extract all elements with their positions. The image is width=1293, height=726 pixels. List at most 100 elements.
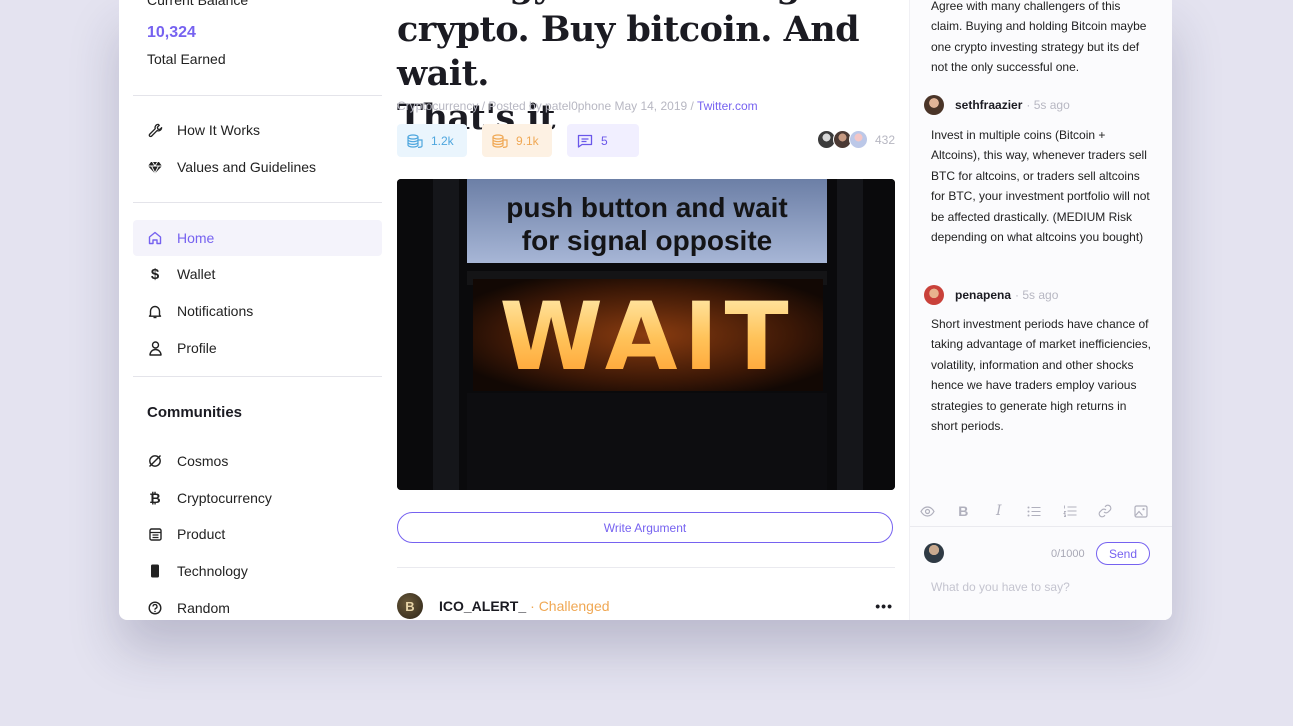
- argument-header: B ICO_ALERT_ · Challenged •••: [397, 593, 895, 619]
- bullet-list-icon[interactable]: [1017, 506, 1053, 517]
- sidebar-divider: [133, 202, 382, 203]
- post-meta-text: Cryptocurrency / Posted by patel0phone M…: [397, 99, 697, 113]
- sidebar-item-label: Cryptocurrency: [177, 490, 272, 506]
- avatar: [924, 285, 944, 305]
- argument-status: · Challenged: [530, 598, 610, 614]
- italic-icon[interactable]: I: [981, 503, 1017, 519]
- sidebar-item-label: Cosmos: [177, 453, 229, 469]
- participants: 432: [816, 130, 895, 149]
- comment-text: Invest in multiple coins (Bitcoin + Altc…: [931, 128, 1150, 245]
- comment-text: Agree with many challengers of this clai…: [931, 0, 1147, 75]
- balance-label: Current Balance: [147, 0, 249, 8]
- sign-text-line1: push button and wait: [506, 192, 788, 223]
- sidebar-item-label: Random: [177, 600, 230, 616]
- dollar-icon: $: [150, 265, 160, 283]
- comment-text: Short investment periods have chance of …: [931, 317, 1151, 434]
- app-window: Current Balance 10,324 Total Earned How …: [119, 0, 1172, 620]
- send-button[interactable]: Send: [1096, 542, 1150, 565]
- source-link[interactable]: Twitter.com: [697, 99, 758, 113]
- coins-icon: [407, 133, 423, 148]
- sidebar-item-values-guidelines[interactable]: Values and Guidelines: [133, 149, 382, 185]
- numbered-list-icon[interactable]: [1052, 505, 1088, 517]
- sidebar-item-label: Values and Guidelines: [177, 159, 317, 175]
- sidebar-item-label: Product: [177, 526, 226, 542]
- avatar: [848, 130, 868, 149]
- post-title-line: strategy on investing in: [397, 0, 895, 8]
- sidebar-item-notifications[interactable]: Notifications: [133, 293, 382, 329]
- comment-header: penapena · 5s ago: [924, 285, 1058, 305]
- sidebar-item-label: Home: [177, 230, 215, 246]
- sidebar-item-label: Notifications: [177, 303, 254, 319]
- toolbar-divider: [910, 526, 1172, 527]
- bell-icon: [147, 303, 163, 319]
- balance-value: 10,324: [147, 24, 196, 41]
- sidebar-divider: [133, 376, 382, 377]
- comments-count: 5: [601, 133, 608, 148]
- empty-set-icon: [147, 453, 163, 469]
- post-meta: Cryptocurrency / Posted by patel0phone M…: [397, 99, 758, 113]
- sidebar-item-wallet[interactable]: $ Wallet: [133, 256, 382, 292]
- editor-toolbar: B I: [910, 497, 1172, 525]
- content-divider: [397, 567, 895, 568]
- user-icon: [147, 340, 163, 356]
- write-argument-button[interactable]: Write Argument: [397, 512, 893, 543]
- argument-username[interactable]: ICO_ALERT_: [439, 598, 526, 614]
- argument-avatar: B: [397, 593, 423, 619]
- comment-time: · 5s ago: [1026, 98, 1070, 112]
- comment-username[interactable]: sethfraazier: [955, 98, 1022, 112]
- sidebar-item-technology[interactable]: Technology: [133, 553, 382, 589]
- coins-icon: [492, 133, 508, 148]
- character-counter: 0/1000: [1051, 548, 1085, 560]
- current-user-avatar: [924, 543, 944, 563]
- comment-time-label: 5s ago: [1022, 288, 1059, 302]
- participants-count: 432: [874, 132, 895, 147]
- wait-sign-image: push button and wait for signal opposite…: [397, 179, 895, 490]
- sidebar-item-cosmos[interactable]: Cosmos: [133, 443, 382, 479]
- sidebar-item-label: How It Works: [177, 122, 260, 138]
- post-title: strategy on investing in crypto. Buy bit…: [397, 0, 895, 140]
- sign-wait-text: WAIT: [499, 283, 794, 392]
- comment-icon: [577, 134, 593, 148]
- bold-icon[interactable]: B: [946, 503, 982, 519]
- question-icon: [147, 600, 163, 616]
- stat-blue-value: 1.2k: [431, 133, 454, 148]
- comment-username[interactable]: penapena: [955, 288, 1011, 302]
- comment-time: · 5s ago: [1015, 288, 1059, 302]
- phone-icon: [147, 563, 163, 579]
- comments-count-button[interactable]: 5: [567, 124, 639, 157]
- total-earned-label: Total Earned: [147, 51, 226, 67]
- argument-status-label: Challenged: [538, 598, 610, 614]
- eye-icon[interactable]: [910, 505, 946, 517]
- comments-panel: Agree with many challengers of this clai…: [909, 0, 1172, 620]
- communities-title: Communities: [147, 404, 243, 421]
- bitcoin-icon: ₿: [149, 490, 161, 506]
- sidebar-item-how-it-works[interactable]: How It Works: [133, 112, 382, 148]
- image-icon[interactable]: [1123, 504, 1159, 518]
- stat-orange-value: 9.1k: [516, 133, 539, 148]
- home-icon: [147, 230, 163, 246]
- reply-input[interactable]: [931, 580, 1151, 594]
- post-main: strategy on investing in crypto. Buy bit…: [397, 0, 895, 620]
- sidebar-item-label: Wallet: [177, 266, 216, 282]
- wrench-icon: [147, 122, 163, 138]
- diamond-icon: [147, 159, 163, 175]
- sidebar-item-home[interactable]: Home: [133, 220, 382, 256]
- sidebar-item-product[interactable]: Product: [133, 516, 382, 552]
- stat-blue-button[interactable]: 1.2k: [397, 124, 467, 157]
- comment-header: sethfraazier · 5s ago: [924, 95, 1070, 115]
- avatar: [924, 95, 944, 115]
- sign-text-line2: for signal opposite: [522, 225, 772, 256]
- sidebar-item-label: Technology: [177, 563, 248, 579]
- more-options-icon[interactable]: •••: [875, 598, 893, 614]
- comment-time-label: 5s ago: [1033, 98, 1070, 112]
- stat-orange-button[interactable]: 9.1k: [482, 124, 552, 157]
- sidebar-divider: [133, 95, 382, 96]
- sidebar-item-label: Profile: [177, 340, 217, 356]
- sidebar-item-cryptocurrency[interactable]: ₿ Cryptocurrency: [133, 480, 382, 516]
- sidebar: Current Balance 10,324 Total Earned How …: [119, 0, 397, 620]
- sidebar-item-random[interactable]: Random: [133, 590, 382, 620]
- sidebar-item-profile[interactable]: Profile: [133, 330, 382, 366]
- product-icon: [147, 526, 163, 542]
- post-title-line: crypto. Buy bitcoin. And wait.: [397, 9, 860, 94]
- link-icon[interactable]: [1088, 504, 1124, 518]
